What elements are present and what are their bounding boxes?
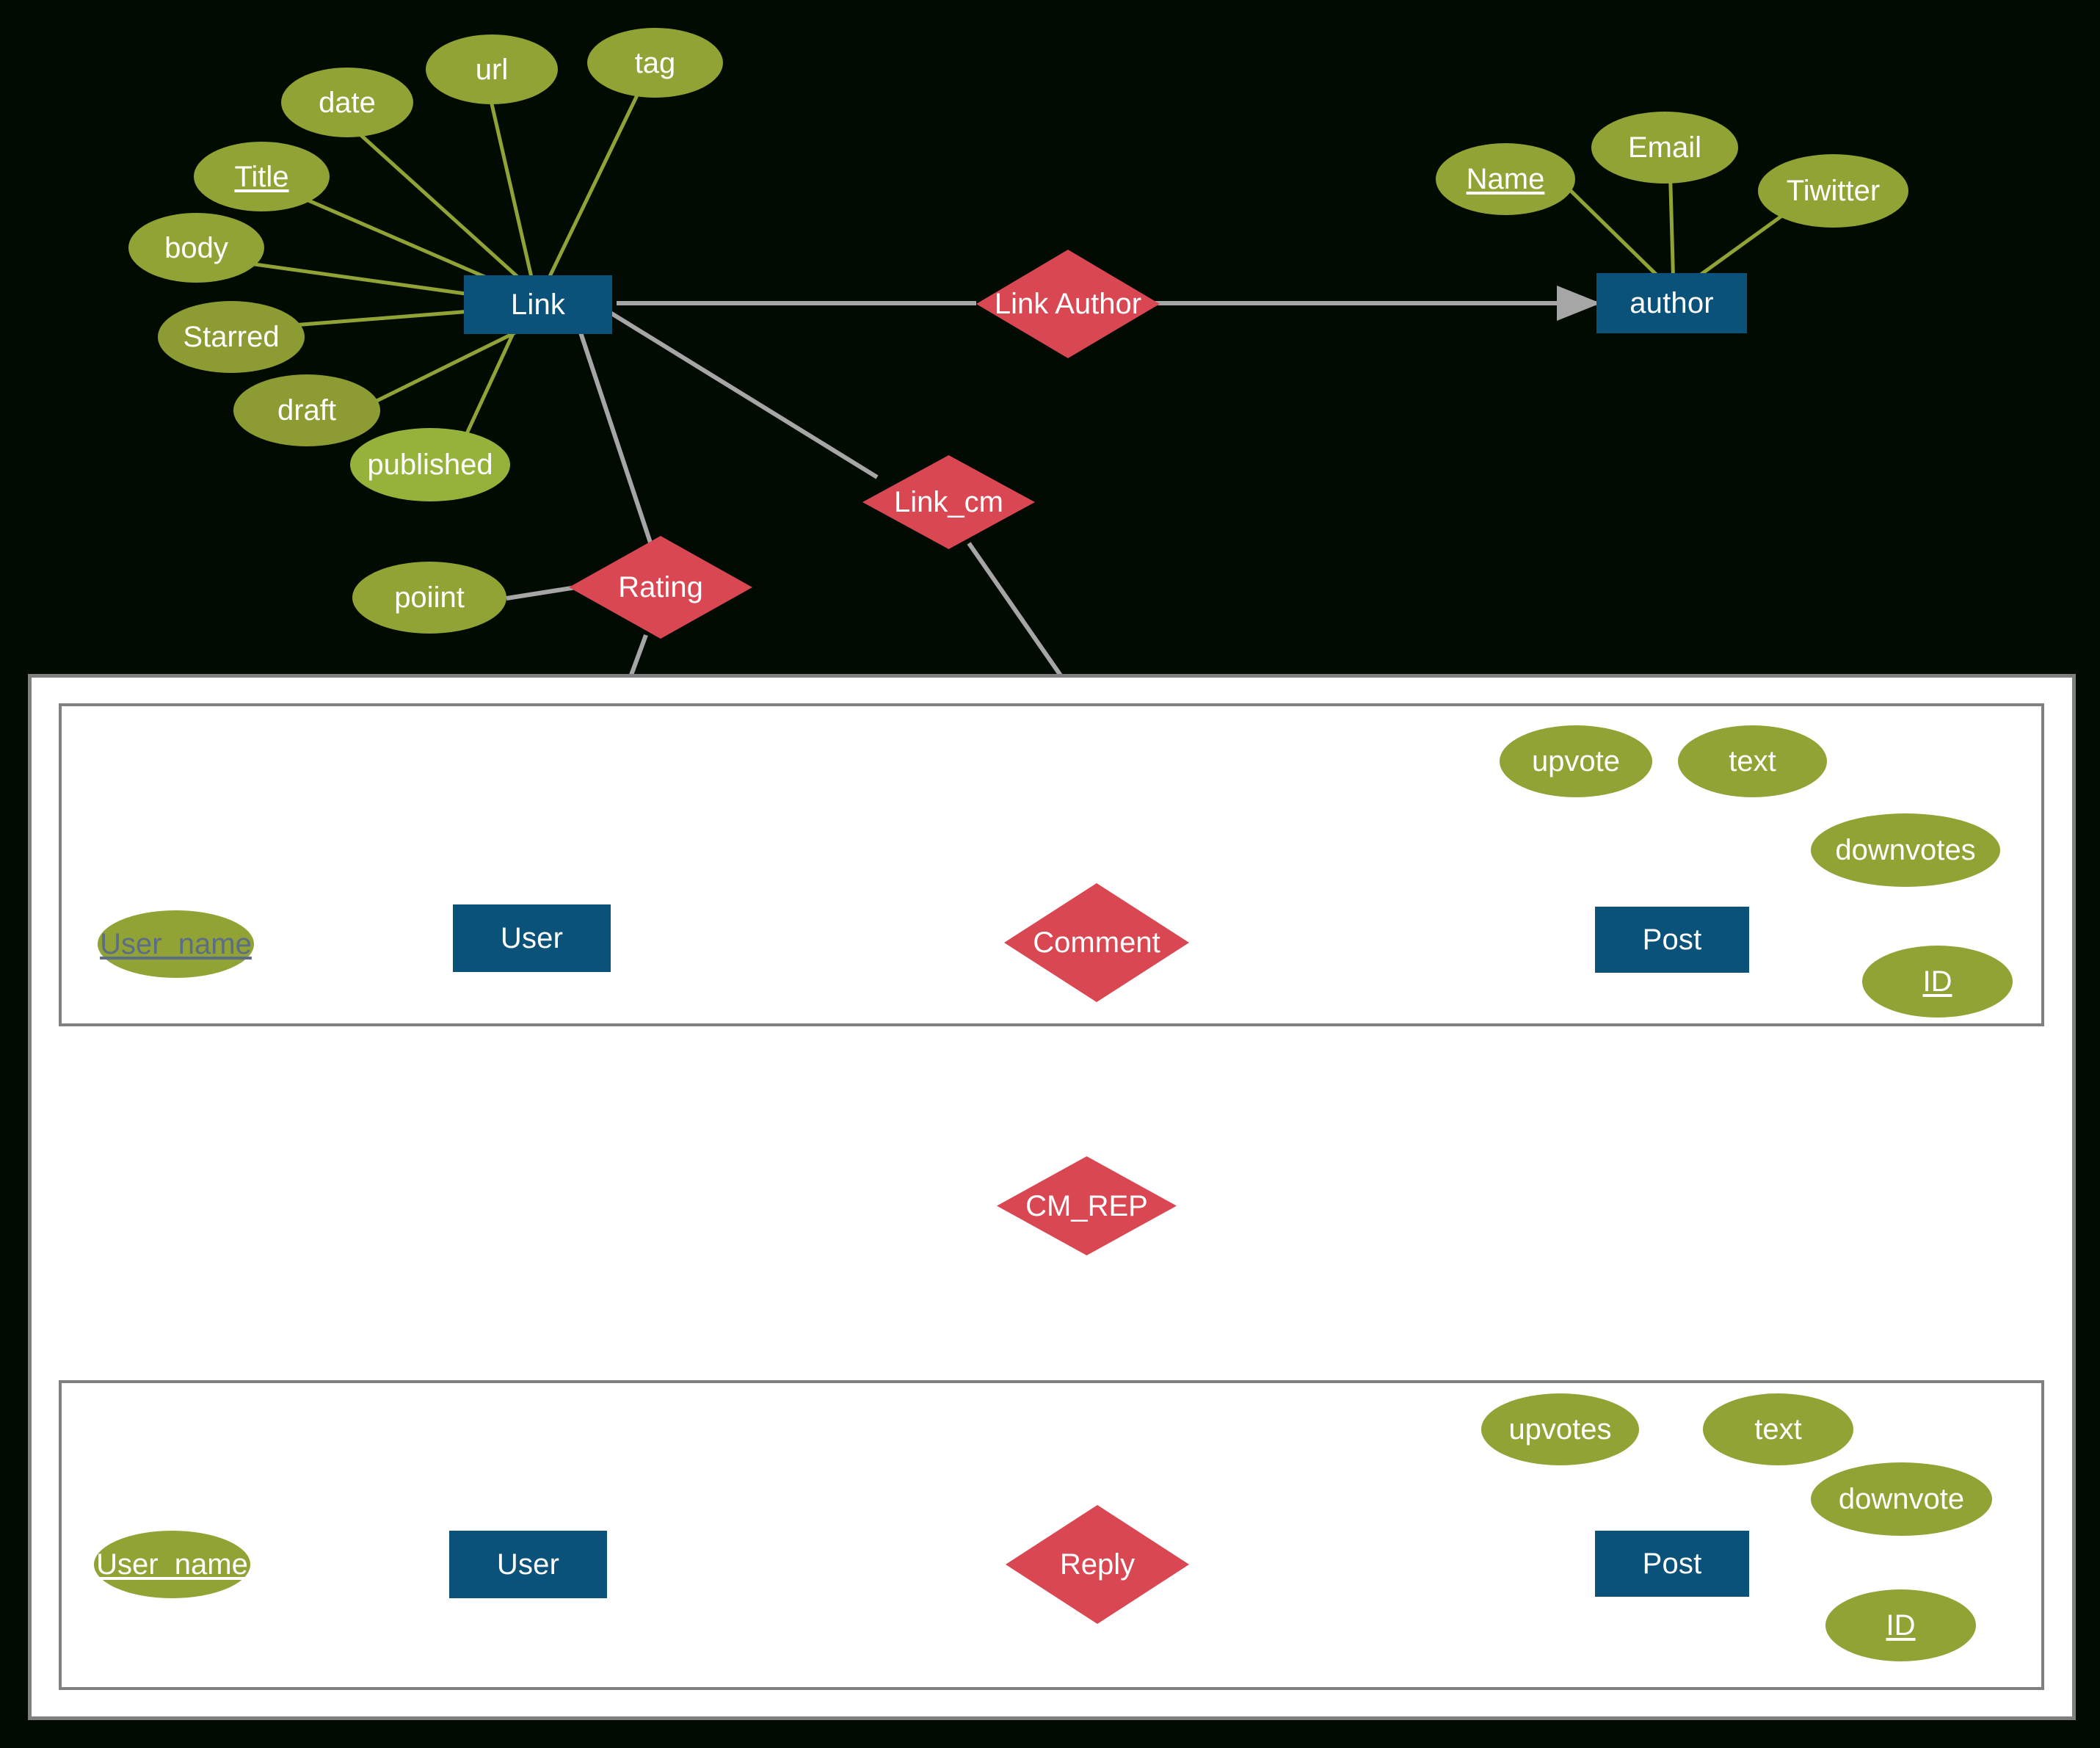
attribute-label: published	[367, 449, 493, 481]
attribute-downvote: downvote	[1811, 1462, 1992, 1536]
attribute-body: body	[128, 213, 264, 283]
attribute-label: tag	[634, 46, 676, 79]
attribute-poiint: poiint	[352, 562, 506, 634]
entity-label: Link	[510, 289, 566, 321]
attribute-label: ID	[1922, 965, 1952, 998]
attribute-label: ID	[1886, 1609, 1916, 1642]
attribute-label: User_name	[96, 1548, 248, 1581]
attribute-starred: Starred	[158, 301, 305, 373]
relationship-link-cm[interactable]: Link_cm	[862, 455, 1035, 549]
attribute-id-comment: ID	[1862, 946, 2013, 1018]
relationship-rating[interactable]: Rating	[569, 536, 752, 639]
entity-link[interactable]: Link	[464, 275, 612, 334]
attribute-label: Name	[1466, 163, 1545, 195]
attribute-label: upvotes	[1508, 1413, 1612, 1446]
entity-author[interactable]: author	[1596, 273, 1747, 333]
relationship-label: Link_cm	[894, 486, 1003, 518]
attribute-date: date	[281, 68, 413, 137]
relationship-label: CM_REP	[1025, 1189, 1148, 1222]
attribute-label: date	[319, 86, 376, 119]
attribute-label: text	[1729, 745, 1776, 777]
entity-label: User	[496, 1548, 560, 1581]
attribute-label: User_name	[100, 928, 252, 960]
attribute-label: downvote	[1838, 1483, 1965, 1515]
attribute-label: Email	[1627, 131, 1702, 164]
er-diagram-canvas: date url tag Title body Starred draft pu…	[0, 0, 2100, 1748]
attribute-label: Starred	[183, 321, 280, 353]
attribute-tiwitter: Tiwitter	[1758, 154, 1908, 228]
attribute-label: body	[164, 231, 228, 264]
entity-label: User	[500, 922, 564, 954]
attribute-user-name-reply: User_name	[94, 1531, 250, 1598]
relationship-label: Rating	[618, 571, 703, 603]
entity-post-reply[interactable]: Post	[1595, 1531, 1749, 1597]
attribute-url: url	[426, 35, 558, 104]
attribute-draft: draft	[233, 374, 380, 446]
relationship-label: Comment	[1033, 926, 1160, 959]
attribute-upvotes: upvotes	[1481, 1393, 1639, 1465]
attribute-label: Title	[234, 160, 289, 193]
attribute-label: poiint	[394, 581, 465, 614]
attribute-downvotes: downvotes	[1811, 813, 2000, 887]
attribute-published: published	[350, 428, 510, 501]
attribute-tag: tag	[587, 28, 723, 98]
attribute-upvote: upvote	[1500, 725, 1652, 797]
attribute-id-reply: ID	[1825, 1589, 1976, 1661]
relationship-link-author[interactable]: Link Author	[976, 250, 1160, 358]
entity-label: Post	[1642, 924, 1702, 956]
attribute-label: downvotes	[1835, 834, 1976, 866]
attribute-title: Title	[194, 142, 330, 211]
entity-user-reply[interactable]: User	[449, 1531, 607, 1598]
attribute-label: upvote	[1531, 745, 1621, 777]
attribute-label: draft	[277, 394, 337, 427]
entity-label: Post	[1642, 1548, 1702, 1580]
entity-post-comment[interactable]: Post	[1595, 907, 1749, 973]
entity-user-comment[interactable]: User	[453, 904, 611, 972]
relationship-label: Reply	[1059, 1548, 1136, 1581]
attribute-name: Name	[1436, 143, 1575, 215]
attribute-text-comment: text	[1678, 725, 1827, 797]
attribute-label: url	[475, 53, 509, 86]
attribute-label: Tiwitter	[1786, 175, 1881, 207]
relationship-label: Link Author	[994, 288, 1142, 320]
attribute-label: text	[1754, 1413, 1802, 1446]
attribute-user-name-comment: User_name	[98, 910, 254, 978]
attribute-email: Email	[1591, 112, 1738, 184]
attribute-text-reply: text	[1703, 1393, 1853, 1465]
entity-label: author	[1630, 287, 1714, 319]
